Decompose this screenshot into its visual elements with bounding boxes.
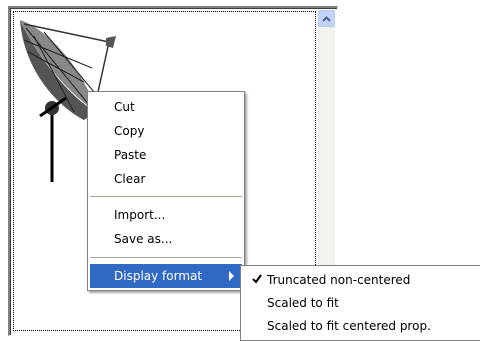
chevron-up-icon	[322, 15, 331, 22]
checkmark-icon	[252, 274, 262, 284]
menu-item-paste[interactable]: Paste	[90, 143, 242, 167]
menu-item-display-format[interactable]: Display format	[90, 264, 242, 288]
menu-item-cut[interactable]: Cut	[90, 95, 242, 119]
menu-item-clear[interactable]: Clear	[90, 167, 242, 191]
context-menu: Cut Copy Paste Clear Import... Save as..…	[87, 91, 245, 291]
display-format-submenu: Truncated non-centered Scaled to fit Sca…	[240, 265, 480, 341]
menu-item-copy[interactable]: Copy	[90, 119, 242, 143]
submenu-item-label: Truncated non-centered	[267, 273, 411, 287]
menu-item-import[interactable]: Import...	[90, 203, 242, 227]
menu-item-display-format-label: Display format	[114, 269, 203, 283]
chevron-right-icon	[229, 271, 234, 281]
submenu-item-scaled-to-fit-centered[interactable]: Scaled to fit centered prop.	[243, 314, 480, 338]
menu-separator	[90, 196, 242, 197]
menu-item-save-as[interactable]: Save as...	[90, 227, 242, 251]
menu-separator	[90, 257, 242, 258]
scroll-up-button[interactable]	[318, 10, 335, 27]
submenu-item-truncated-non-centered[interactable]: Truncated non-centered	[243, 268, 480, 292]
submenu-item-scaled-to-fit[interactable]: Scaled to fit	[243, 291, 480, 315]
